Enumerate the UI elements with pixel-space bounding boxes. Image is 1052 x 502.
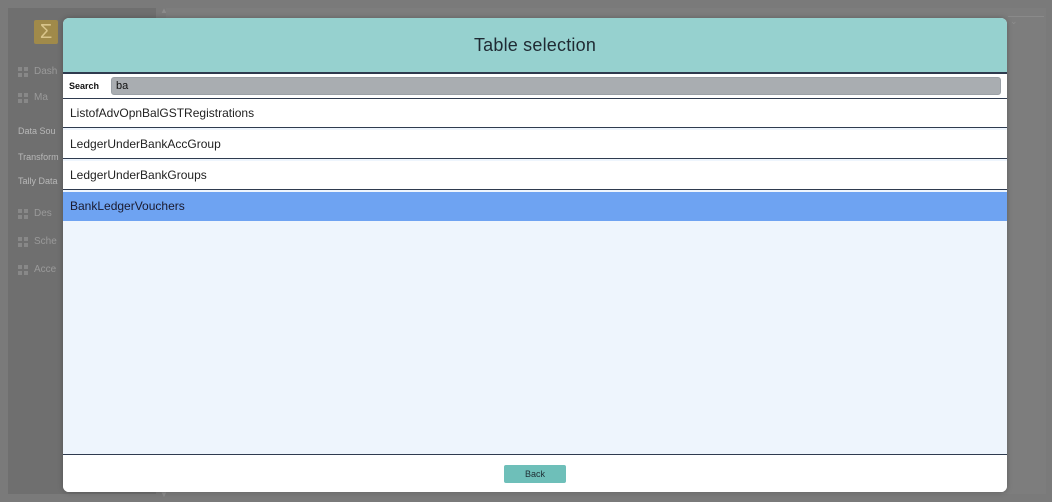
back-button[interactable]: Back xyxy=(504,465,566,483)
dialog-footer: Back xyxy=(63,454,1007,492)
search-label: Search xyxy=(69,81,100,91)
grid-icon xyxy=(18,236,28,247)
background-nav-label: Acce xyxy=(34,264,57,275)
background-nav-item: Ma xyxy=(18,92,48,103)
chevron-down-icon: ⌄ xyxy=(1010,16,1018,26)
background-nav-label: Des xyxy=(34,208,52,219)
list-item[interactable]: LedgerUnderBankAccGroup xyxy=(63,130,1007,159)
background-nav-label: Dash xyxy=(34,66,58,77)
background-section-label: Tally Data xyxy=(18,176,58,186)
background-nav-label: Sche xyxy=(34,236,57,247)
table-list: ListofAdvOpnBalGSTRegistrations LedgerUn… xyxy=(63,99,1007,454)
background-section-label: Transform xyxy=(18,152,59,162)
search-input[interactable] xyxy=(111,77,1001,95)
background-section-label: Data Sou xyxy=(18,126,56,136)
table-selection-dialog: Table selection Search ListofAdvOpnBalGS… xyxy=(63,18,1007,492)
list-item-selected[interactable]: BankLedgerVouchers xyxy=(63,192,1007,221)
background-nav-label: Ma xyxy=(34,92,48,103)
grid-icon xyxy=(18,264,28,275)
grid-icon xyxy=(18,66,28,77)
background-nav-item: Dash xyxy=(18,66,57,77)
dialog-header: Table selection xyxy=(63,18,1007,74)
app-logo-icon: Σ xyxy=(34,20,58,44)
grid-icon xyxy=(18,208,28,219)
list-item[interactable]: LedgerUnderBankGroups xyxy=(63,161,1007,190)
background-nav-item: Acce xyxy=(18,264,56,275)
search-row: Search xyxy=(63,74,1007,99)
dialog-title: Table selection xyxy=(473,34,597,55)
background-nav-item: Des xyxy=(18,208,52,219)
list-item[interactable]: ListofAdvOpnBalGSTRegistrations xyxy=(63,99,1007,128)
grid-icon xyxy=(18,92,28,103)
background-nav-item: Sche xyxy=(18,236,57,247)
